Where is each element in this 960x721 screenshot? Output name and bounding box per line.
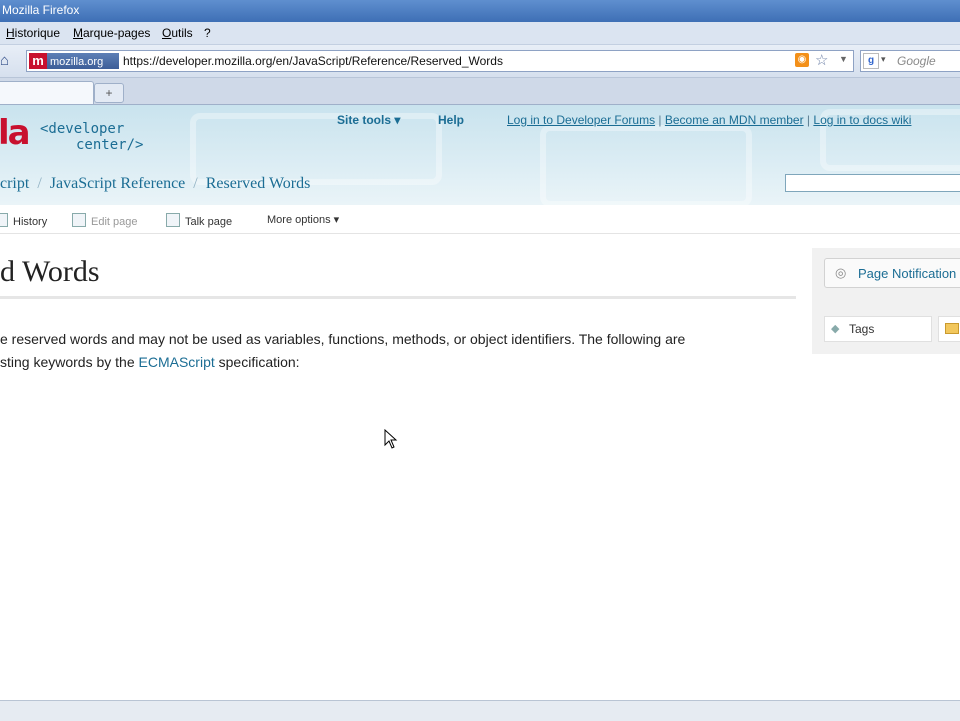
window-title: Mozilla Firefox	[2, 3, 80, 17]
site-identity-badge[interactable]: m mozilla.org	[29, 53, 119, 69]
google-search-engine-icon[interactable]: g	[863, 53, 879, 69]
history-label: History	[13, 216, 48, 228]
edit-page-button[interactable]: Edit page	[72, 213, 137, 228]
page-notification-button[interactable]: ◎ Page Notification	[824, 258, 960, 288]
talk-page-button[interactable]: Talk page	[166, 213, 232, 228]
page-notification-label: Page Notification	[858, 266, 957, 281]
menu-marque-pages[interactable]: Marque-pages	[73, 26, 150, 40]
mouse-cursor-icon	[384, 429, 398, 449]
site-header: la <developer center/> Site tools ▾ Help…	[0, 105, 960, 205]
mozilla-logo[interactable]: la	[0, 113, 31, 153]
breadcrumb-reference[interactable]: JavaScript Reference	[50, 175, 185, 192]
page-sidebar: ◎ Page Notification ◆ Tags	[812, 248, 960, 354]
header-decoration	[540, 125, 752, 205]
site-tools-menu[interactable]: Site tools ▾	[337, 113, 400, 127]
bookmark-star-icon[interactable]: ☆	[815, 51, 828, 69]
tags-button[interactable]: ◆ Tags	[824, 316, 932, 342]
history-icon	[0, 213, 8, 227]
search-placeholder[interactable]: Google	[897, 54, 936, 68]
page-title: d Words	[0, 255, 100, 288]
become-member-link[interactable]: Become an MDN member	[665, 113, 804, 127]
docs-login-link[interactable]: Log in to docs wiki	[813, 113, 911, 127]
broadcast-icon: ◎	[835, 265, 847, 280]
tags-label: Tags	[849, 322, 875, 336]
edit-icon	[72, 213, 86, 227]
menu-historique[interactable]: Historique	[6, 26, 60, 40]
menu-help[interactable]: ?	[204, 26, 211, 40]
help-link[interactable]: Help	[438, 113, 464, 127]
tag-icon: ◆	[831, 323, 840, 335]
para-text: sting keywords by the	[0, 354, 139, 370]
breadcrumb-separator: /	[193, 175, 198, 192]
breadcrumb-separator: /	[37, 175, 42, 192]
search-bar[interactable]: g ▾ Google	[860, 50, 960, 72]
navigation-toolbar: ⌂ m mozilla.org https://developer.mozilla…	[0, 45, 960, 78]
url-text[interactable]: https://developer.mozilla.org/en/JavaScr…	[123, 54, 503, 68]
new-tab-button[interactable]: +	[94, 83, 124, 103]
dev-center-line1: <developer	[40, 121, 125, 137]
user-links: Log in to Developer Forums | Become an M…	[507, 113, 912, 127]
page-toolbar: History Edit page Talk page More options…	[0, 206, 960, 234]
home-icon[interactable]: ⌂	[0, 53, 18, 69]
intro-paragraph: e reserved words and may not be used as …	[0, 328, 796, 374]
window-titlebar: Mozilla Firefox	[0, 0, 960, 22]
site-domain: mozilla.org	[50, 56, 104, 68]
history-button[interactable]: History	[0, 213, 47, 228]
mozilla-m-icon: m	[29, 53, 47, 69]
search-engine-dropdown-icon[interactable]: ▾	[881, 54, 886, 65]
para-line-2: sting keywords by the ECMAScript specifi…	[0, 351, 796, 374]
menu-bar: Historique Marque-pages Outils ?	[0, 22, 960, 45]
url-dropdown-icon[interactable]: ▼	[839, 54, 848, 64]
folder-icon	[945, 323, 959, 334]
edit-page-label: Edit page	[91, 216, 138, 228]
files-button[interactable]	[938, 316, 960, 342]
title-divider	[0, 296, 796, 299]
menu-outils[interactable]: Outils	[162, 26, 193, 40]
more-options-button[interactable]: More options ▾	[267, 213, 339, 226]
breadcrumb: cript / JavaScript Reference / Reserved Word…	[0, 175, 310, 193]
status-bar	[0, 700, 960, 721]
breadcrumb-javascript[interactable]: cript	[0, 175, 29, 192]
tab-active[interactable]	[0, 81, 94, 104]
rss-feed-icon[interactable]: ◉	[795, 53, 809, 67]
site-search-input[interactable]	[785, 174, 960, 192]
forums-login-link[interactable]: Log in to Developer Forums	[507, 113, 655, 127]
url-bar[interactable]: m mozilla.org https://developer.mozilla.o…	[26, 50, 854, 72]
developer-center-logo[interactable]: <developer center/>	[40, 121, 143, 153]
breadcrumb-current: Reserved Words	[205, 175, 311, 192]
dev-center-line2: center/>	[76, 137, 144, 153]
para-text: specification:	[214, 354, 300, 370]
tab-bar: +	[0, 78, 960, 105]
ecmascript-link[interactable]: ECMAScript	[139, 354, 215, 370]
para-line-1: e reserved words and may not be used as …	[0, 331, 686, 347]
talk-page-label: Talk page	[185, 216, 233, 228]
talk-icon	[166, 213, 180, 227]
